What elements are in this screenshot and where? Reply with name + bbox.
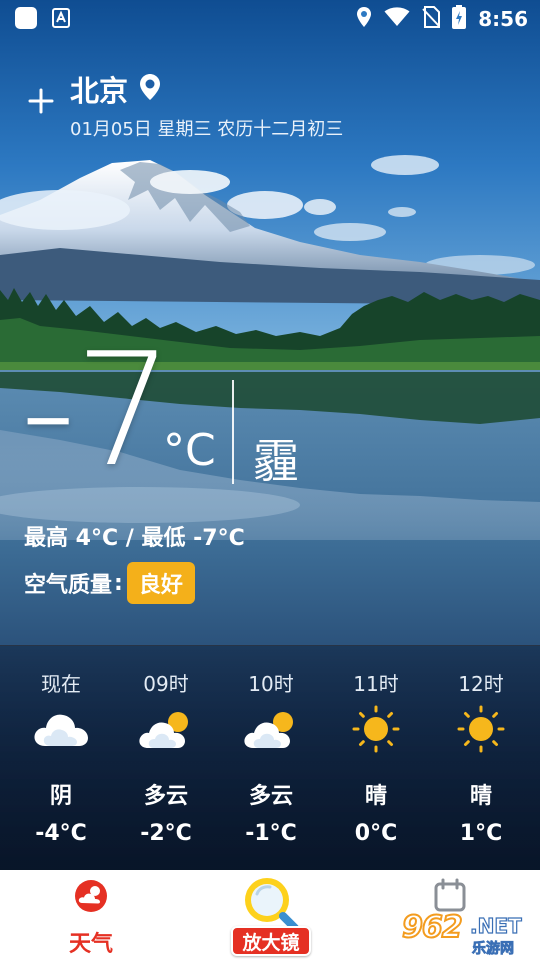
hour-temperature: -4°C xyxy=(35,821,87,846)
no-sim-icon xyxy=(422,6,441,32)
hour-time: 09时 xyxy=(143,672,189,696)
air-quality-badge: 良好 xyxy=(126,562,195,604)
hour-condition: 晴 xyxy=(364,784,387,809)
partly-cloudy-icon xyxy=(136,704,196,754)
battery-charging-icon xyxy=(452,5,467,33)
hour-condition: 阴 xyxy=(49,784,72,809)
location-icon xyxy=(356,6,372,32)
hour-condition: 多云 xyxy=(143,784,188,809)
city-name: 北京 xyxy=(70,74,129,108)
air-quality-row[interactable]: 空气质量 : 良好 xyxy=(24,562,195,604)
date-line: 01月05日 星期三 农历十二月初三 xyxy=(70,119,344,140)
high-low-temperature: 最高 4°C / 最低 -7°C xyxy=(24,526,245,551)
partly-cloudy-icon xyxy=(241,704,301,754)
a-badge-icon xyxy=(52,8,70,32)
weather-tab-label: 天气 xyxy=(68,932,113,957)
air-quality-colon: : xyxy=(114,570,123,596)
watermark-site: 乐游网 xyxy=(472,941,515,958)
calendar-icon xyxy=(434,878,466,912)
hour-time: 现在 xyxy=(41,672,81,696)
magnifier-icon xyxy=(245,878,299,932)
nav-weather-tab[interactable]: 天气 xyxy=(56,878,126,957)
current-condition: 霾 xyxy=(253,434,299,488)
hour-temperature: -2°C xyxy=(140,821,192,846)
wifi-icon xyxy=(384,7,410,31)
cloudy-icon xyxy=(31,704,91,754)
clock: 8:56 xyxy=(478,7,528,31)
temperature-divider xyxy=(232,380,234,484)
app-notification-icon xyxy=(14,6,38,34)
hour-time: 10时 xyxy=(248,672,294,696)
magnifier-tab-label: 放大镜 xyxy=(231,926,311,956)
hour-condition: 晴 xyxy=(469,784,492,809)
hour-time: 12时 xyxy=(458,672,504,696)
sunny-icon xyxy=(346,704,406,754)
bottom-nav: 天气 放大镜 962 .NET 乐游网 xyxy=(0,870,540,960)
hour-temperature: 0°C xyxy=(354,821,398,846)
temperature-unit: °C xyxy=(163,425,216,476)
hour-temperature: 1°C xyxy=(459,821,503,846)
city-selector[interactable]: 北京 xyxy=(70,68,162,110)
site-watermark: 962 .NET 乐游网 xyxy=(401,909,534,958)
watermark-number: 962 xyxy=(401,909,464,946)
sunny-icon xyxy=(451,704,511,754)
current-temperature: -7 xyxy=(20,319,174,501)
hour-temperature: -1°C xyxy=(245,821,297,846)
watermark-suffix: .NET xyxy=(469,913,522,938)
nav-magnifier-tab[interactable]: 放大镜 xyxy=(225,874,317,960)
weather-tab-icon xyxy=(75,880,107,912)
plus-icon xyxy=(28,88,54,114)
add-city-button[interactable] xyxy=(26,86,56,116)
hourly-forecast[interactable]: 现在 阴 -4°C 09时 多云 -2°C 10时 多云 -1°C 11时 晴 … xyxy=(0,645,540,870)
hour-condition: 多云 xyxy=(248,784,293,809)
hour-time: 11时 xyxy=(353,672,399,696)
map-pin-icon xyxy=(138,72,162,106)
air-quality-label: 空气质量 xyxy=(24,573,113,598)
status-bar: 8:56 xyxy=(0,0,540,40)
